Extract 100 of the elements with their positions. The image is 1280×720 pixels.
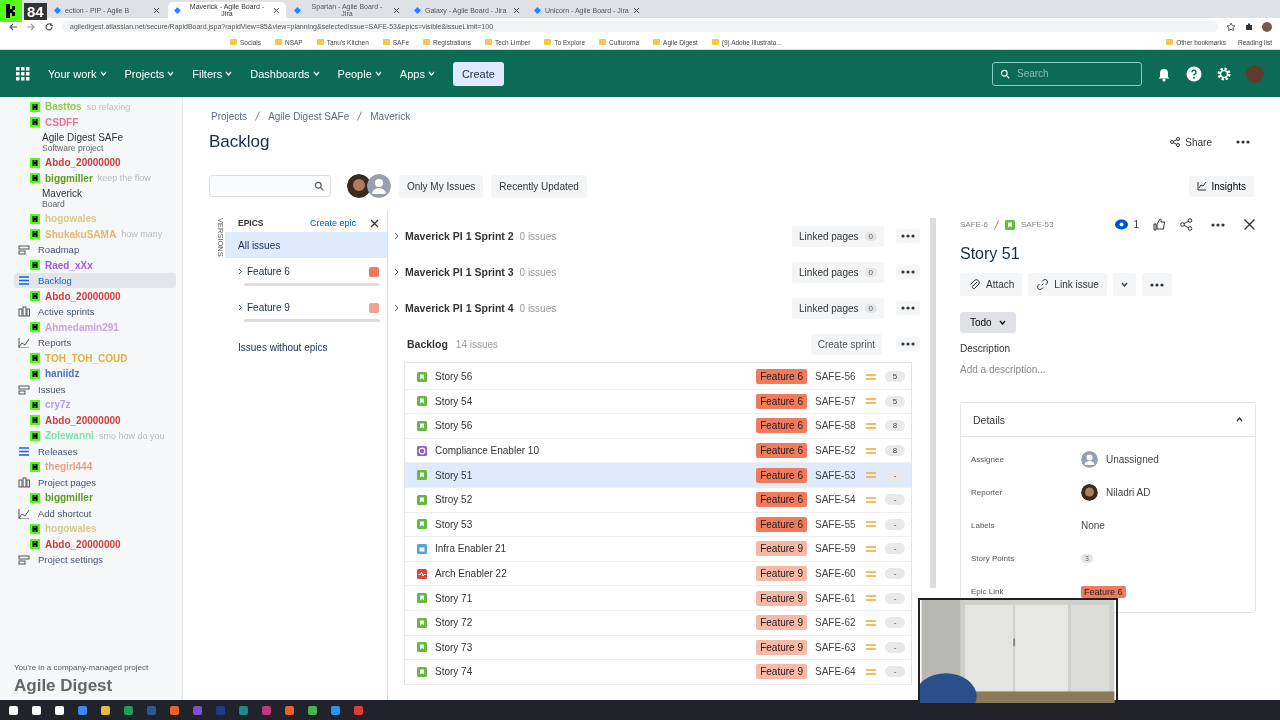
more-icon — [901, 306, 915, 310]
field-value[interactable]: None — [1081, 520, 1105, 531]
user-avatar — [1081, 451, 1098, 468]
watch-button[interactable]: 1 — [1115, 218, 1139, 231]
chat-badge-icon — [30, 430, 40, 441]
issue-key-link[interactable]: SAFE-53 — [1021, 220, 1054, 229]
user-avatar[interactable] — [347, 174, 371, 198]
sidebar-item[interactable]: Releases — [14, 443, 176, 459]
taskbar-app-icon[interactable] — [31, 704, 42, 716]
status-dropdown[interactable]: Todo — [960, 312, 1016, 333]
linked-pages-button[interactable]: Linked pages 0 — [792, 297, 884, 319]
epic-item[interactable]: Feature 9 — [225, 294, 387, 330]
chat-username: Zolewanni — [45, 430, 94, 442]
expand-icon[interactable] — [394, 268, 399, 276]
linked-pages-button[interactable]: Linked pages 0 — [792, 261, 884, 283]
sprint-name: Maverick PI 1 Sprint 3 — [405, 266, 514, 278]
app-switcher-icon[interactable] — [16, 66, 30, 81]
collapse-icon[interactable] — [1236, 417, 1243, 422]
close-icon[interactable] — [1243, 218, 1256, 231]
list-icon — [18, 244, 30, 256]
nav-menu[interactable]: Projects — [124, 67, 175, 80]
taskbar-app-icon[interactable] — [100, 704, 111, 716]
chevron-icon — [238, 304, 243, 311]
epic-item[interactable]: Feature 6 — [225, 258, 387, 294]
issue-row[interactable]: Story 51 Feature 6 SAFE-53 - — [405, 463, 911, 488]
create-sprint-button[interactable]: Create sprint — [810, 333, 882, 355]
taskbar-app-icon[interactable] — [307, 704, 318, 716]
parent-link[interactable]: SAFE-6 — [960, 220, 988, 229]
sidebar-item[interactable]: Reports — [14, 335, 176, 351]
close-icon[interactable] — [513, 6, 520, 14]
create-button[interactable]: Create — [452, 61, 504, 86]
linked-pages-button[interactable]: Linked pages 0 — [792, 225, 884, 247]
puzzle-icon[interactable] — [1244, 21, 1254, 32]
nav-menu[interactable]: Your work — [48, 67, 107, 80]
link-issue-button[interactable]: Link issue — [1028, 273, 1107, 296]
filter-button[interactable]: Only My Issues — [399, 174, 484, 198]
share-icon[interactable] — [1180, 218, 1193, 231]
taskbar-app-icon[interactable] — [54, 704, 65, 716]
epic-label: Feature 9 — [756, 541, 807, 557]
nav-menu[interactable]: Apps — [399, 67, 435, 80]
sidebar-item[interactable]: Project pages — [14, 474, 176, 490]
share-button[interactable]: Share — [1164, 135, 1218, 149]
nav-menu[interactable]: People — [337, 67, 382, 80]
issue-key: SAFE-61 — [815, 592, 857, 604]
link-icon — [1036, 278, 1050, 291]
sidebar-item[interactable]: Active sprints — [14, 304, 176, 320]
more-button[interactable] — [896, 301, 920, 315]
sidebar-item[interactable]: Backlog — [14, 273, 176, 289]
field-value[interactable]: Niladri AD — [1106, 487, 1151, 498]
nav-menu[interactable]: Dashboards — [250, 67, 320, 80]
issue-count: 0 issues — [519, 266, 557, 278]
more-button[interactable] — [896, 229, 920, 243]
more-button[interactable] — [896, 337, 920, 351]
attach-button[interactable]: Attach — [960, 273, 1023, 296]
breadcrumb-link[interactable]: Agile Digest SAFe — [268, 111, 350, 122]
forward-icon[interactable] — [26, 21, 36, 32]
epic-item[interactable]: Issues without epics — [225, 330, 387, 353]
field-value[interactable]: Unassigned — [1106, 454, 1159, 465]
caret-icon — [374, 71, 382, 76]
star-icon[interactable] — [1226, 21, 1236, 32]
sidebar-item[interactable]: Add shortcut — [14, 505, 176, 521]
settings-icon[interactable] — [1216, 65, 1232, 82]
close-icon[interactable] — [153, 6, 160, 14]
story-points: 5 — [885, 371, 905, 383]
epic-item[interactable]: All issues — [225, 232, 387, 258]
create-epic-link[interactable]: Create epic — [303, 217, 362, 229]
filter-button[interactable]: Recently Updated — [491, 174, 587, 198]
help-icon[interactable] — [1186, 65, 1202, 82]
issue-summary: Story 56 — [435, 371, 473, 383]
sidebar-item[interactable]: Roadmap — [14, 242, 176, 258]
field-label: Assignee — [971, 455, 1005, 464]
description-field[interactable]: Add a description... — [960, 364, 1256, 375]
user-avatar[interactable] — [367, 174, 391, 198]
epic-color-swatch[interactable] — [369, 266, 379, 277]
taskbar-app-icon[interactable] — [8, 704, 19, 716]
expand-icon[interactable] — [394, 232, 399, 240]
close-icon[interactable] — [633, 6, 640, 14]
epic-label[interactable]: Feature 6 — [1081, 585, 1126, 598]
back-icon[interactable] — [8, 21, 18, 32]
reload-icon[interactable] — [44, 21, 54, 32]
board-name[interactable]: Maverick — [42, 188, 82, 199]
search-field[interactable] — [209, 175, 331, 197]
nav-menu[interactable]: Filters — [192, 67, 233, 80]
close-icon[interactable] — [273, 6, 280, 14]
sidebar-item[interactable]: Project settings — [14, 552, 176, 568]
issue-key: SAFE-53 — [815, 469, 857, 481]
chat-badge-icon — [30, 523, 40, 534]
breadcrumb-link[interactable]: Maverick — [370, 111, 411, 122]
breadcrumb-link[interactable]: Projects — [211, 111, 248, 122]
more-button[interactable] — [896, 265, 920, 279]
search-field[interactable]: Search — [992, 61, 1142, 86]
profile-icon[interactable] — [1262, 21, 1272, 32]
epic-color-swatch[interactable] — [369, 302, 379, 313]
close-icon[interactable] — [370, 218, 379, 228]
sidebar-item[interactable]: Issues — [14, 381, 176, 397]
insights-button[interactable]: Insights — [1188, 175, 1254, 197]
close-icon[interactable] — [393, 6, 400, 14]
expand-icon[interactable] — [394, 304, 399, 312]
scrollbar[interactable] — [930, 218, 936, 588]
thumbs-up-icon[interactable] — [1153, 218, 1166, 231]
